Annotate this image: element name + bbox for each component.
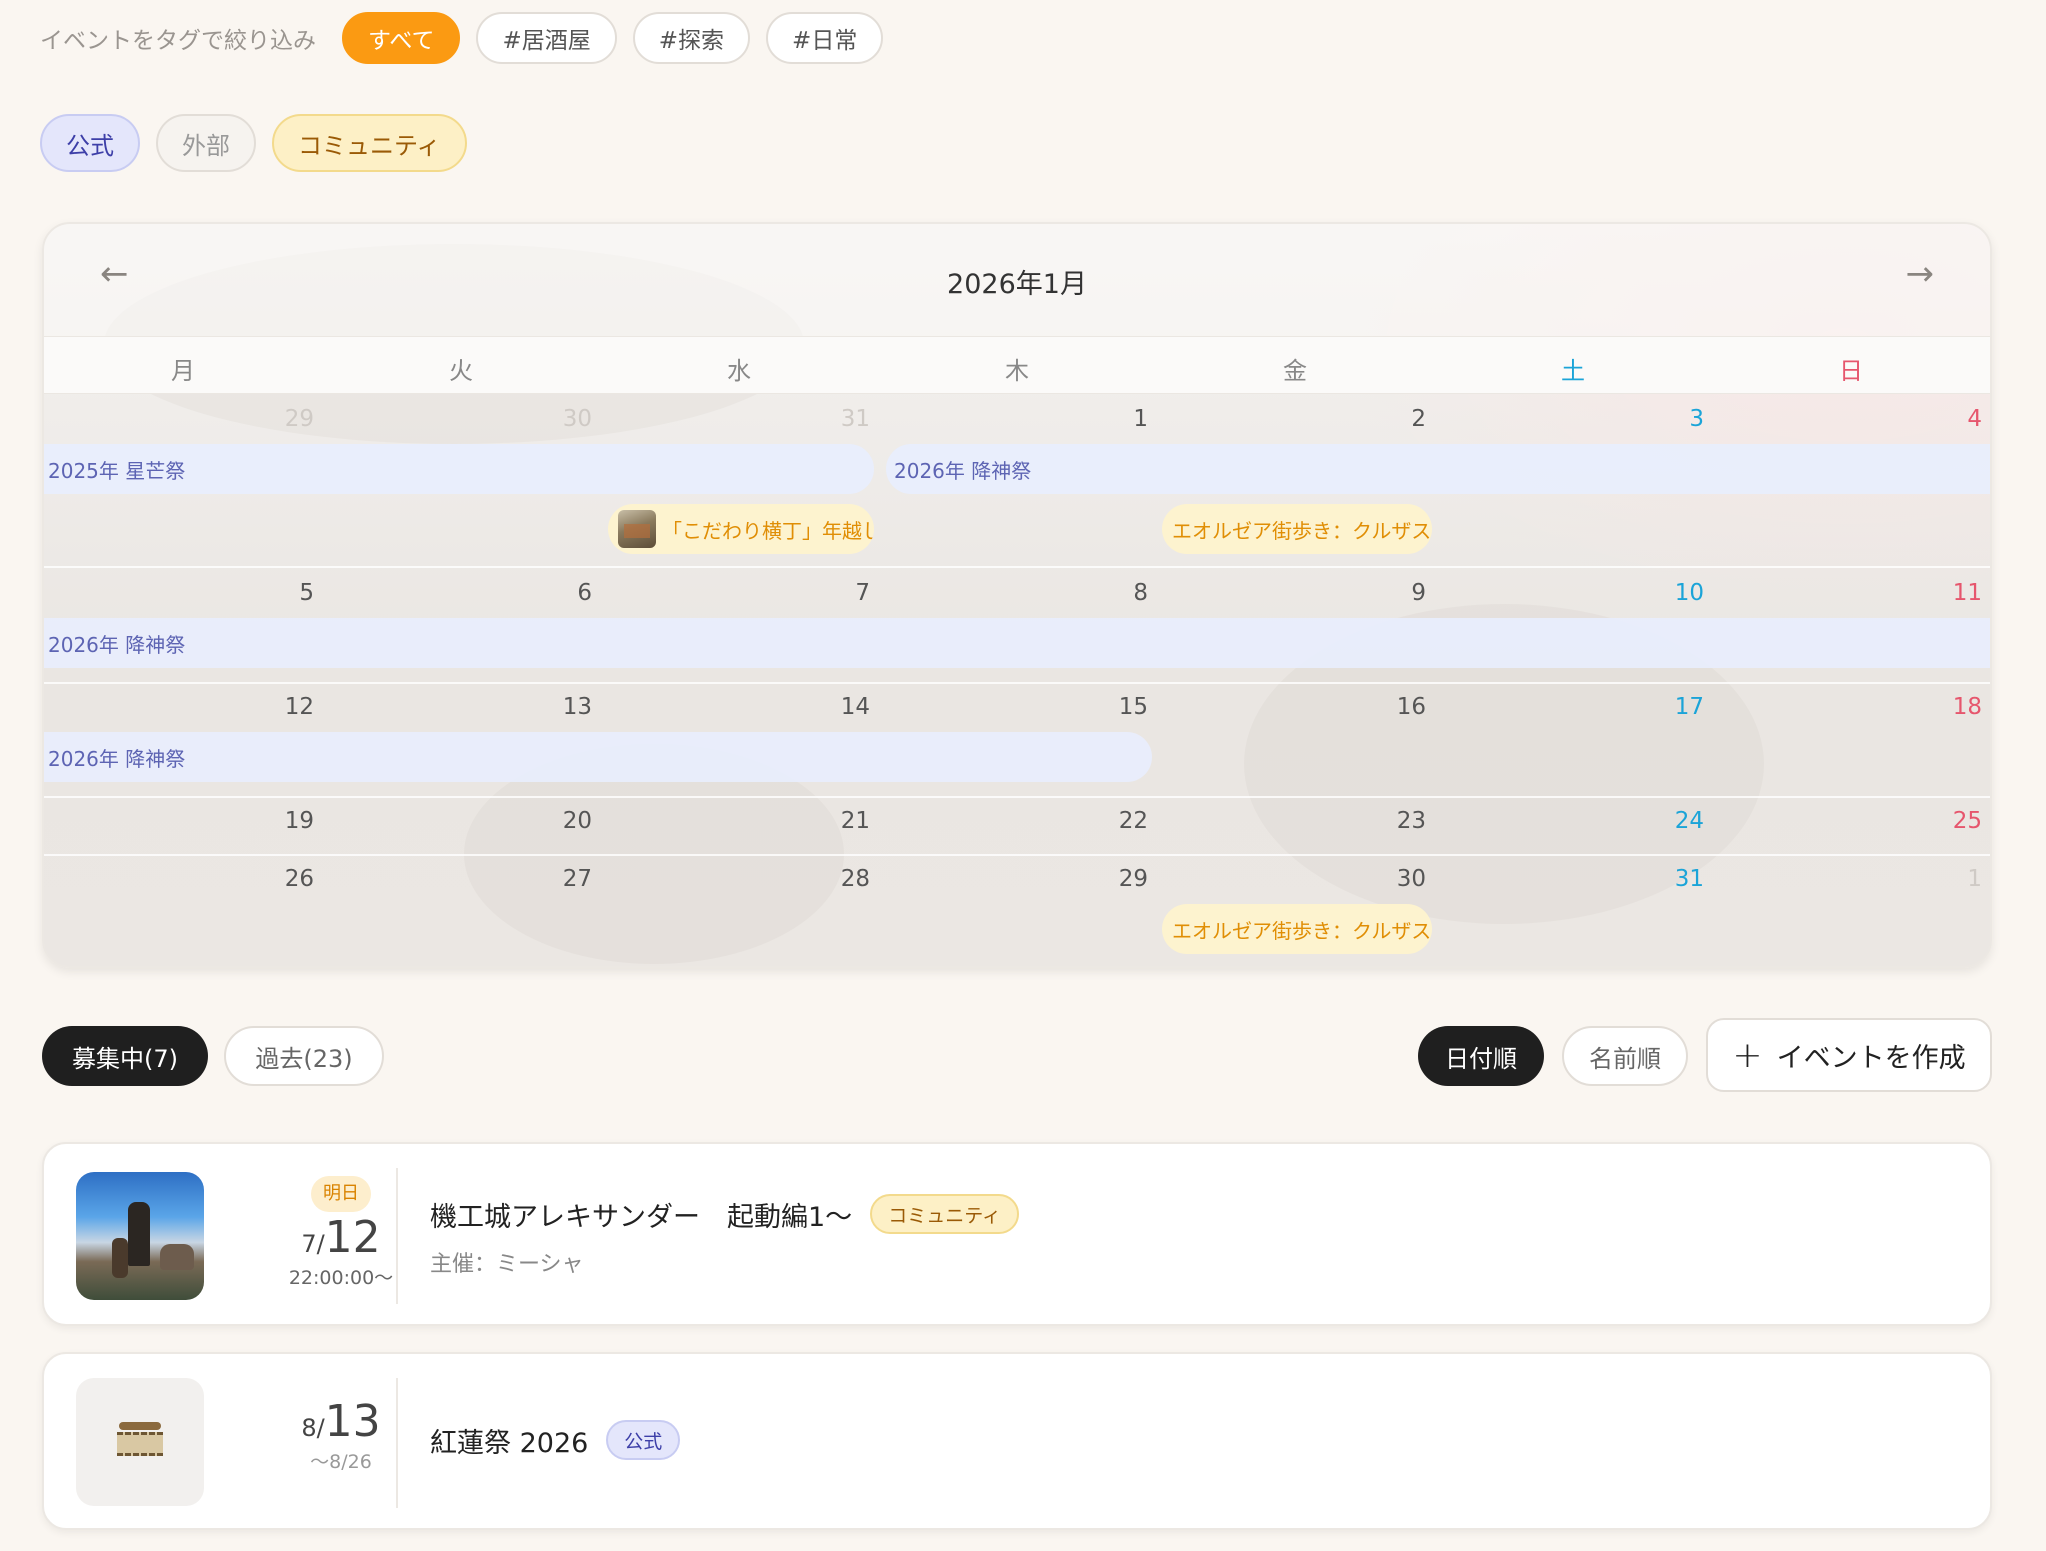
calendar-day[interactable]: 20 (532, 808, 592, 834)
calendar-day[interactable]: 26 (254, 866, 314, 892)
event-day: 13 (324, 1396, 381, 1447)
calendar-day[interactable]: 21 (810, 808, 870, 834)
tag-filter-label: イベントをタグで絞り込み (40, 28, 316, 54)
calendar-day[interactable]: 24 (1644, 808, 1704, 834)
calendar-day[interactable]: 14 (810, 694, 870, 720)
calendar-day[interactable]: 3 (1644, 406, 1704, 432)
calendar-day[interactable]: 30 (532, 406, 592, 432)
calendar-day[interactable]: 7 (810, 580, 870, 606)
source-official-toggle[interactable]: 公式 (40, 114, 140, 172)
category-badge: コミュニティ (870, 1194, 1020, 1234)
calendar-day[interactable]: 30 (1366, 866, 1426, 892)
calendar-day[interactable]: 13 (532, 694, 592, 720)
weekday-mon: 月 (171, 357, 195, 385)
calendar-day[interactable]: 28 (810, 866, 870, 892)
event-month: 8/ (301, 1414, 325, 1442)
calendar-day[interactable]: 27 (532, 866, 592, 892)
event-calendar: ← 2026年1月 → 月 火 水 木 金 土 日 29 30 31 1 2 3… (42, 222, 1992, 968)
tag-all-button[interactable]: すべて (342, 12, 461, 64)
event-title[interactable]: 機工城アレキサンダー 起動編1〜 (430, 1195, 852, 1234)
calendar-day[interactable]: 16 (1366, 694, 1426, 720)
weekday-header-row: 月 火 水 木 金 土 日 (44, 336, 1990, 394)
calendar-day[interactable]: 25 (1922, 808, 1982, 834)
calendar-day[interactable]: 6 (532, 580, 592, 606)
calendar-event-bar[interactable]: 2026年 降神祭 (886, 444, 1990, 494)
calendar-event-chip-label: 「こだわり横丁」年越し… (662, 518, 874, 543)
weekday-tue: 火 (449, 357, 473, 385)
event-title-row: 機工城アレキサンダー 起動編1〜 コミュニティ (430, 1194, 1020, 1234)
calendar-month-title: 2026年1月 (947, 269, 1087, 300)
event-title-row: 紅蓮祭 2026 公式 (430, 1420, 681, 1460)
source-community-toggle[interactable]: コミュニティ (272, 114, 467, 172)
calendar-day[interactable]: 29 (1088, 866, 1148, 892)
event-thumbnail (618, 510, 656, 548)
event-host: 主催：ミーシャ (430, 1252, 584, 1277)
calendar-day[interactable]: 5 (254, 580, 314, 606)
event-title[interactable]: 紅蓮祭 2026 (430, 1421, 588, 1460)
calendar-day[interactable]: 2 (1366, 406, 1426, 432)
event-thumbnail (76, 1378, 204, 1506)
calendar-day[interactable]: 19 (254, 808, 314, 834)
calendar-day[interactable]: 1 (1088, 406, 1148, 432)
calendar-event-chip[interactable]: エオルゼア街歩き：クルザス編 (1162, 504, 1432, 554)
recruiting-tab[interactable]: 募集中(7) (42, 1026, 208, 1086)
calendar-day[interactable]: 18 (1922, 694, 1982, 720)
weekday-wed: 水 (727, 357, 751, 385)
calendar-day[interactable]: 22 (1088, 808, 1148, 834)
event-month: 7/ (301, 1230, 325, 1258)
next-month-arrow-icon[interactable]: → (1906, 254, 1935, 294)
weekday-thu: 木 (1005, 357, 1029, 385)
tag-daily-button[interactable]: #日常 (766, 12, 884, 64)
tomorrow-badge: 明日 (311, 1176, 371, 1212)
event-day: 12 (324, 1212, 381, 1263)
calendar-day[interactable]: 17 (1644, 694, 1704, 720)
calendar-day[interactable]: 8 (1088, 580, 1148, 606)
create-event-label: イベントを作成 (1776, 1042, 1966, 1074)
source-external-toggle[interactable]: 外部 (156, 114, 256, 172)
create-event-button[interactable]: + イベントを作成 (1706, 1018, 1992, 1092)
calendar-day[interactable]: 1 (1922, 866, 1982, 892)
event-date: 明日 7/ 12 22:00:00〜 (256, 1176, 426, 1290)
tag-explore-button[interactable]: #探索 (632, 12, 751, 64)
event-time: 22:00:00〜 (288, 1267, 394, 1289)
past-tab[interactable]: 過去(23) (224, 1026, 384, 1086)
calendar-event-bar[interactable]: 2025年 星芒祭 (44, 444, 874, 494)
calendar-event-bar[interactable]: 2026年 降神祭 (44, 732, 1152, 782)
calendar-day[interactable]: 31 (1644, 866, 1704, 892)
event-card[interactable]: 明日 7/ 12 22:00:00〜 機工城アレキサンダー 起動編1〜 コミュニ… (42, 1142, 1992, 1326)
calendar-event-bar[interactable]: 2026年 降神祭 (44, 618, 1990, 668)
tag-izakaya-button[interactable]: #居酒屋 (476, 12, 617, 64)
category-badge: 公式 (606, 1420, 681, 1460)
calendar-day[interactable]: 11 (1922, 580, 1982, 606)
source-filter-bar: 公式 外部 コミュニティ (40, 114, 483, 172)
calendar-event-chip[interactable]: 「こだわり横丁」年越し… (608, 504, 874, 554)
weekday-sun: 日 (1839, 357, 1863, 385)
calendar-day[interactable]: 10 (1644, 580, 1704, 606)
tag-filter-bar: イベントをタグで絞り込み すべて #居酒屋 #探索 #日常 (40, 12, 899, 64)
event-date: 8/ 13 〜8/26 (256, 1396, 426, 1474)
calendar-event-chip[interactable]: エオルゼア街歩き：クルザス… (1162, 904, 1432, 954)
weekday-fri: 金 (1283, 357, 1307, 385)
sort-by-name-button[interactable]: 名前順 (1562, 1026, 1688, 1086)
sort-by-date-button[interactable]: 日付順 (1418, 1026, 1544, 1086)
calendar-day[interactable]: 12 (254, 694, 314, 720)
event-card[interactable]: 8/ 13 〜8/26 紅蓮祭 2026 公式 (42, 1352, 1992, 1530)
film-reel-icon (117, 1422, 163, 1462)
weekday-sat: 土 (1561, 357, 1585, 385)
calendar-day[interactable]: 4 (1922, 406, 1982, 432)
calendar-day[interactable]: 15 (1088, 694, 1148, 720)
event-thumbnail (76, 1172, 204, 1300)
event-end-date: 〜8/26 (310, 1451, 372, 1473)
calendar-day[interactable]: 9 (1366, 580, 1426, 606)
calendar-day[interactable]: 23 (1366, 808, 1426, 834)
calendar-day[interactable]: 29 (254, 406, 314, 432)
plus-icon: + (1732, 1034, 1763, 1076)
calendar-day[interactable]: 31 (810, 406, 870, 432)
